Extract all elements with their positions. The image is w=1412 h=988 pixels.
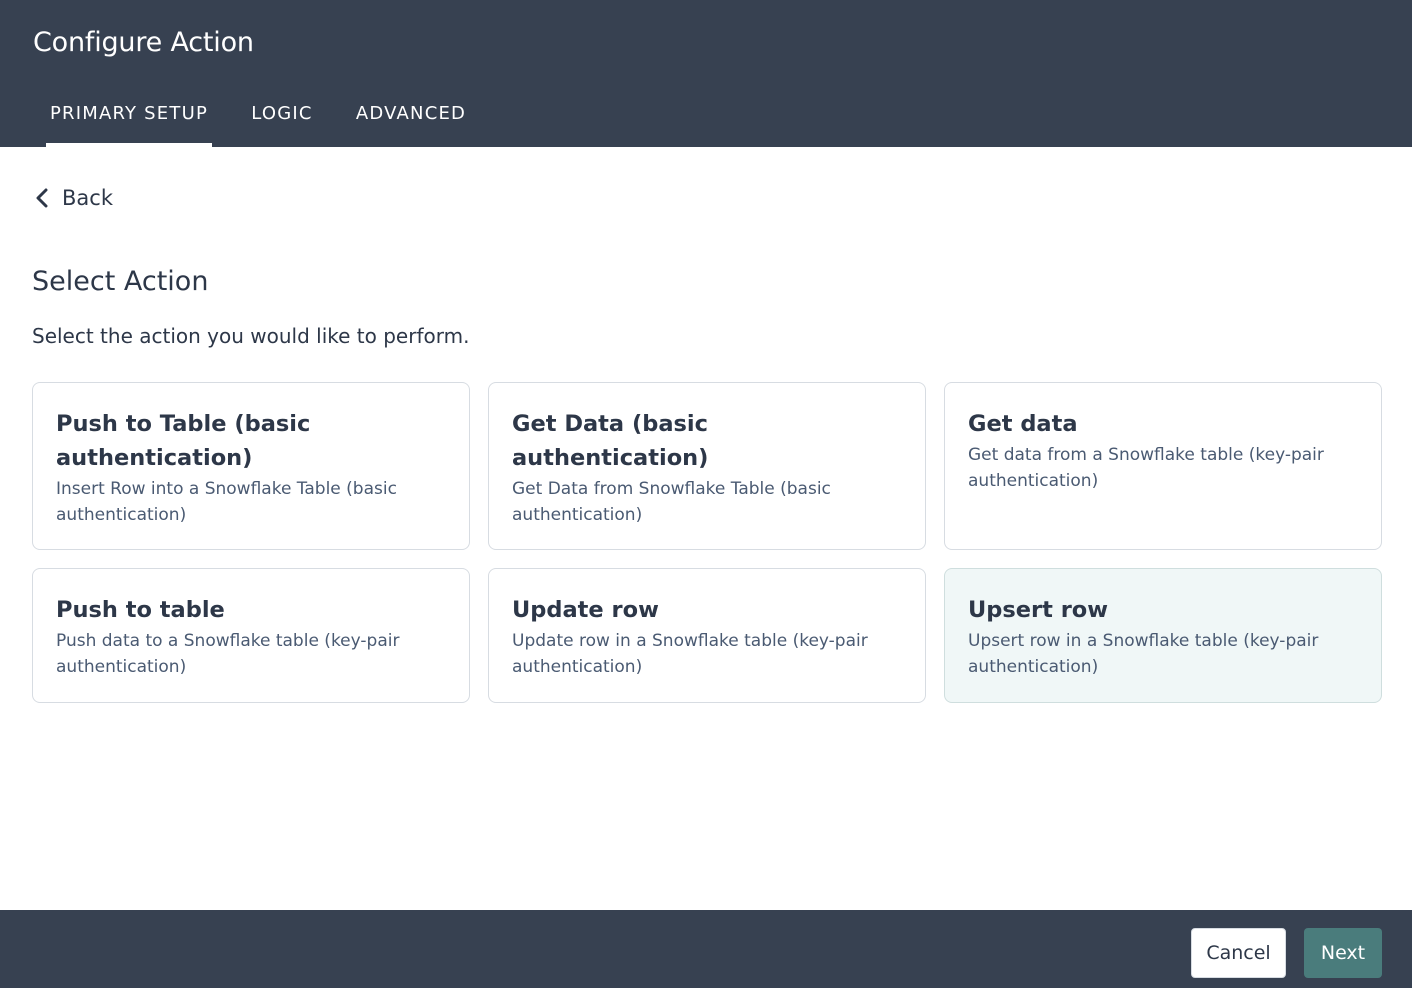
action-card-title: Get data [968,411,1078,437]
action-card-title: Get Data (basic authentication) [512,411,709,471]
action-card-update-row[interactable]: Update row Update row in a Snowflake tab… [488,568,926,703]
action-card-title: Push to Table (basic authentication) [56,411,311,471]
tab-logic[interactable]: LOGIC [246,84,318,147]
action-card-upsert-row[interactable]: Upsert row Upsert row in a Snowflake tab… [944,568,1382,703]
section-description: Select the action you would like to perf… [32,324,470,348]
cancel-button[interactable]: Cancel [1191,928,1286,978]
next-button[interactable]: Next [1304,928,1382,978]
action-card-title: Upsert row [968,597,1109,623]
section-title: Select Action [32,266,209,297]
footer: Cancel Next [0,910,1412,988]
action-card-description: Push data to a Snowflake table (key-pair… [56,631,400,677]
action-card-description: Insert Row into a Snowflake Table (basic… [56,479,397,525]
chevron-left-icon [32,186,52,210]
back-label: Back [62,186,113,210]
back-button[interactable]: Back [32,183,113,213]
action-card-description: Get data from a Snowflake table (key-pai… [968,445,1324,491]
action-card-description: Update row in a Snowflake table (key-pai… [512,631,868,677]
action-card-get-data-basic[interactable]: Get Data (basic authentication) Get Data… [488,382,926,550]
tab-primary-setup[interactable]: PRIMARY SETUP [46,84,212,147]
tab-advanced[interactable]: ADVANCED [350,84,472,147]
action-card-description: Upsert row in a Snowflake table (key-pai… [968,631,1319,677]
action-card-title: Update row [512,597,659,623]
action-card-push-to-table-basic[interactable]: Push to Table (basic authentication) Ins… [32,382,470,550]
tab-bar: PRIMARY SETUP LOGIC ADVANCED [0,84,1412,147]
page-title: Configure Action [33,27,254,58]
action-card-title: Push to table [56,597,225,623]
header: Configure Action PRIMARY SETUP LOGIC ADV… [0,0,1412,147]
action-card-description: Get Data from Snowflake Table (basic aut… [512,479,831,525]
action-card-push-to-table[interactable]: Push to table Push data to a Snowflake t… [32,568,470,703]
action-card-get-data[interactable]: Get data Get data from a Snowflake table… [944,382,1382,550]
